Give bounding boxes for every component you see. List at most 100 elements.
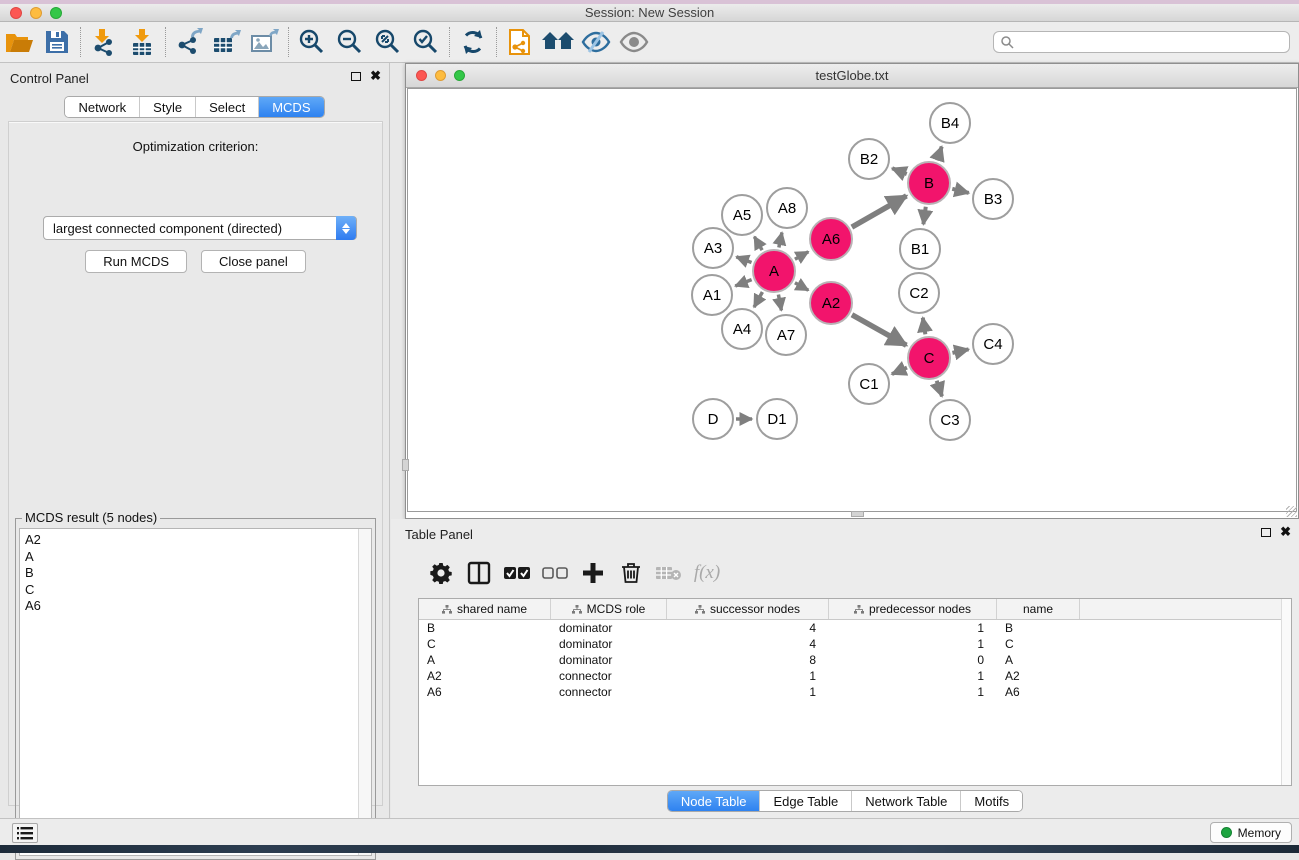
- close-panel-icon[interactable]: ✖: [370, 71, 381, 81]
- table-cell[interactable]: dominator: [551, 620, 667, 636]
- export-table-icon[interactable]: [208, 25, 246, 59]
- graph-node-C1[interactable]: C1: [848, 363, 890, 405]
- network-horizontal-scrollbar[interactable]: [851, 511, 864, 517]
- delete-columns-icon[interactable]: [614, 557, 648, 589]
- table-cell[interactable]: connector: [551, 684, 667, 700]
- graph-node-C[interactable]: C: [907, 336, 951, 380]
- zoom-fit-icon[interactable]: [369, 25, 407, 59]
- node-table[interactable]: shared nameMCDS rolesuccessor nodesprede…: [418, 598, 1292, 786]
- session-titlebar[interactable]: Session: New Session: [0, 4, 1299, 22]
- table-cell[interactable]: A6: [997, 684, 1080, 700]
- zoom-out-icon[interactable]: [331, 25, 369, 59]
- column-header-successor-nodes[interactable]: successor nodes: [667, 599, 829, 619]
- network-window-titlebar[interactable]: testGlobe.txt: [406, 64, 1298, 88]
- home-pages-icon[interactable]: [539, 25, 577, 59]
- table-tab-edge-table[interactable]: Edge Table: [760, 791, 852, 811]
- graph-node-D[interactable]: D: [692, 398, 734, 440]
- hide-network-icon[interactable]: [577, 25, 615, 59]
- add-column-icon[interactable]: [576, 557, 610, 589]
- zoom-in-icon[interactable]: [293, 25, 331, 59]
- table-cell[interactable]: connector: [551, 668, 667, 684]
- network-vertical-scrollbar[interactable]: [402, 459, 409, 471]
- float-panel-icon[interactable]: [351, 72, 361, 81]
- table-scrollbar[interactable]: [1281, 599, 1291, 785]
- table-cell[interactable]: A: [419, 652, 551, 668]
- settings-gear-icon[interactable]: [424, 557, 458, 589]
- close-panel-button[interactable]: Close panel: [201, 250, 306, 273]
- task-history-button[interactable]: [12, 823, 38, 843]
- table-cell[interactable]: 8: [667, 652, 829, 668]
- column-layout-icon[interactable]: [462, 557, 496, 589]
- column-header-shared-name[interactable]: shared name: [419, 599, 551, 619]
- graph-node-A6[interactable]: A6: [809, 217, 853, 261]
- run-mcds-button[interactable]: Run MCDS: [85, 250, 187, 273]
- minimize-window-button[interactable]: [30, 7, 42, 19]
- table-cell[interactable]: B: [997, 620, 1080, 636]
- result-item[interactable]: A2: [25, 532, 41, 549]
- table-cell[interactable]: 1: [829, 636, 997, 652]
- graph-node-C3[interactable]: C3: [929, 399, 971, 441]
- import-table-icon[interactable]: [123, 25, 161, 59]
- table-cell[interactable]: dominator: [551, 636, 667, 652]
- table-tab-network-table[interactable]: Network Table: [852, 791, 961, 811]
- table-cell[interactable]: dominator: [551, 652, 667, 668]
- open-file-icon[interactable]: [0, 25, 38, 59]
- tab-network[interactable]: Network: [65, 97, 140, 117]
- column-header-mcds-role[interactable]: MCDS role: [551, 599, 667, 619]
- graph-node-A5[interactable]: A5: [721, 194, 763, 236]
- table-row[interactable]: A6connector11A6: [419, 684, 1281, 700]
- graph-node-A1[interactable]: A1: [691, 274, 733, 316]
- optimization-criterion-dropdown[interactable]: largest connected component (directed): [43, 216, 357, 240]
- graph-node-B[interactable]: B: [907, 161, 951, 205]
- graph-node-A[interactable]: A: [752, 249, 796, 293]
- network-canvas[interactable]: B4B2BB3A8A5A6A3B1AC2A1A2A4A7C4CC1DD1C3: [407, 88, 1297, 512]
- table-row[interactable]: A2connector11A2: [419, 668, 1281, 684]
- close-window-button[interactable]: [10, 7, 22, 19]
- graph-node-A7[interactable]: A7: [765, 314, 807, 356]
- unselect-all-columns-icon[interactable]: [538, 557, 572, 589]
- create-network-from-file-icon[interactable]: [501, 25, 539, 59]
- delete-table-icon[interactable]: [652, 557, 686, 589]
- table-row[interactable]: Bdominator41B: [419, 620, 1281, 636]
- zoom-selected-icon[interactable]: [407, 25, 445, 59]
- graph-node-A8[interactable]: A8: [766, 187, 808, 229]
- memory-button[interactable]: Memory: [1210, 822, 1292, 843]
- table-tab-node-table[interactable]: Node Table: [668, 791, 761, 811]
- table-cell[interactable]: 4: [667, 636, 829, 652]
- graph-node-C2[interactable]: C2: [898, 272, 940, 314]
- table-tab-motifs[interactable]: Motifs: [961, 791, 1022, 811]
- mcds-result-list[interactable]: A2ABCA6: [19, 528, 372, 856]
- column-header-predecessor-nodes[interactable]: predecessor nodes: [829, 599, 997, 619]
- close-table-panel-icon[interactable]: ✖: [1280, 527, 1291, 537]
- zoom-window-button[interactable]: [50, 7, 62, 19]
- graph-node-C4[interactable]: C4: [972, 323, 1014, 365]
- table-cell[interactable]: C: [419, 636, 551, 652]
- tab-mcds[interactable]: MCDS: [259, 97, 323, 117]
- graph-node-D1[interactable]: D1: [756, 398, 798, 440]
- graph-node-B3[interactable]: B3: [972, 178, 1014, 220]
- window-resize-grip[interactable]: [1286, 506, 1297, 517]
- function-builder-icon[interactable]: f(x): [690, 557, 724, 589]
- float-table-panel-icon[interactable]: [1261, 528, 1271, 537]
- table-cell[interactable]: 4: [667, 620, 829, 636]
- tab-select[interactable]: Select: [196, 97, 259, 117]
- table-cell[interactable]: C: [997, 636, 1080, 652]
- column-header-name[interactable]: name: [997, 599, 1080, 619]
- table-cell[interactable]: 1: [667, 668, 829, 684]
- table-cell[interactable]: 1: [829, 620, 997, 636]
- result-item[interactable]: C: [25, 582, 41, 599]
- tab-style[interactable]: Style: [140, 97, 196, 117]
- graph-node-B1[interactable]: B1: [899, 228, 941, 270]
- search-field[interactable]: [993, 31, 1290, 53]
- export-network-icon[interactable]: [170, 25, 208, 59]
- table-cell[interactable]: 0: [829, 652, 997, 668]
- save-session-icon[interactable]: [38, 25, 76, 59]
- search-input[interactable]: [1014, 35, 1264, 49]
- graph-node-B4[interactable]: B4: [929, 102, 971, 144]
- graph-node-B2[interactable]: B2: [848, 138, 890, 180]
- graph-node-A3[interactable]: A3: [692, 227, 734, 269]
- show-graphics-icon[interactable]: [615, 25, 653, 59]
- result-item[interactable]: B: [25, 565, 41, 582]
- table-cell[interactable]: A2: [419, 668, 551, 684]
- network-minimize-button[interactable]: [435, 70, 446, 81]
